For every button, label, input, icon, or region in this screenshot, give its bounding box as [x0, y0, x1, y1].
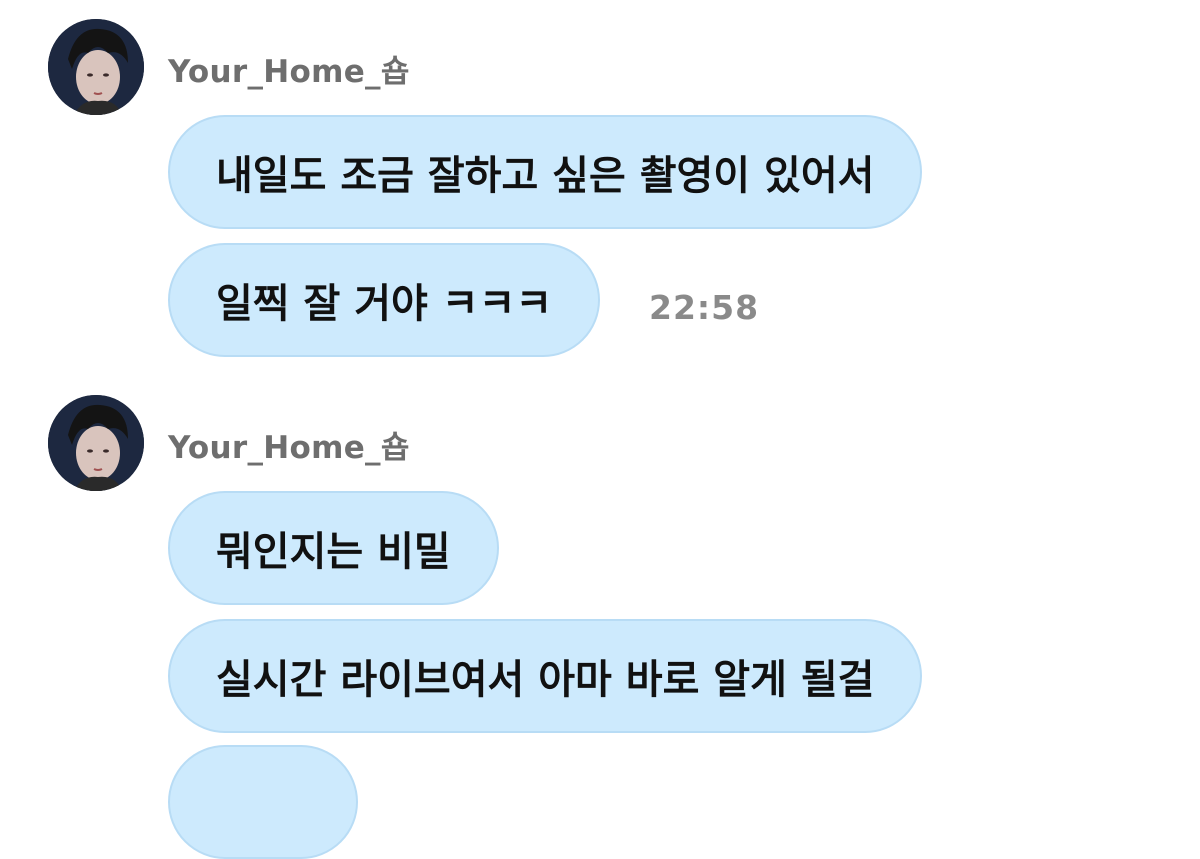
sender-name[interactable]: Your_Home_숍: [168, 46, 410, 91]
message-timestamp: 22:58: [649, 288, 760, 327]
sender-name[interactable]: Your_Home_숍: [168, 422, 410, 467]
profile-photo-avatar-icon: [48, 19, 144, 115]
avatar[interactable]: [48, 395, 144, 491]
message-bubble[interactable]: 일찍 잘 거야 ㅋㅋㅋ: [168, 243, 601, 357]
avatar[interactable]: [48, 19, 144, 115]
profile-photo-avatar-icon: [48, 395, 144, 491]
message-bubble[interactable]: 실시간 라이브여서 아마 바로 알게 될걸: [168, 619, 923, 733]
message-bubble[interactable]: 뭐인지는 비밀: [168, 491, 499, 605]
message-bubble[interactable]: 내일도 조금 잘하고 싶은 촬영이 있어서: [168, 115, 923, 229]
message-bubble-partial[interactable]: [168, 745, 358, 859]
